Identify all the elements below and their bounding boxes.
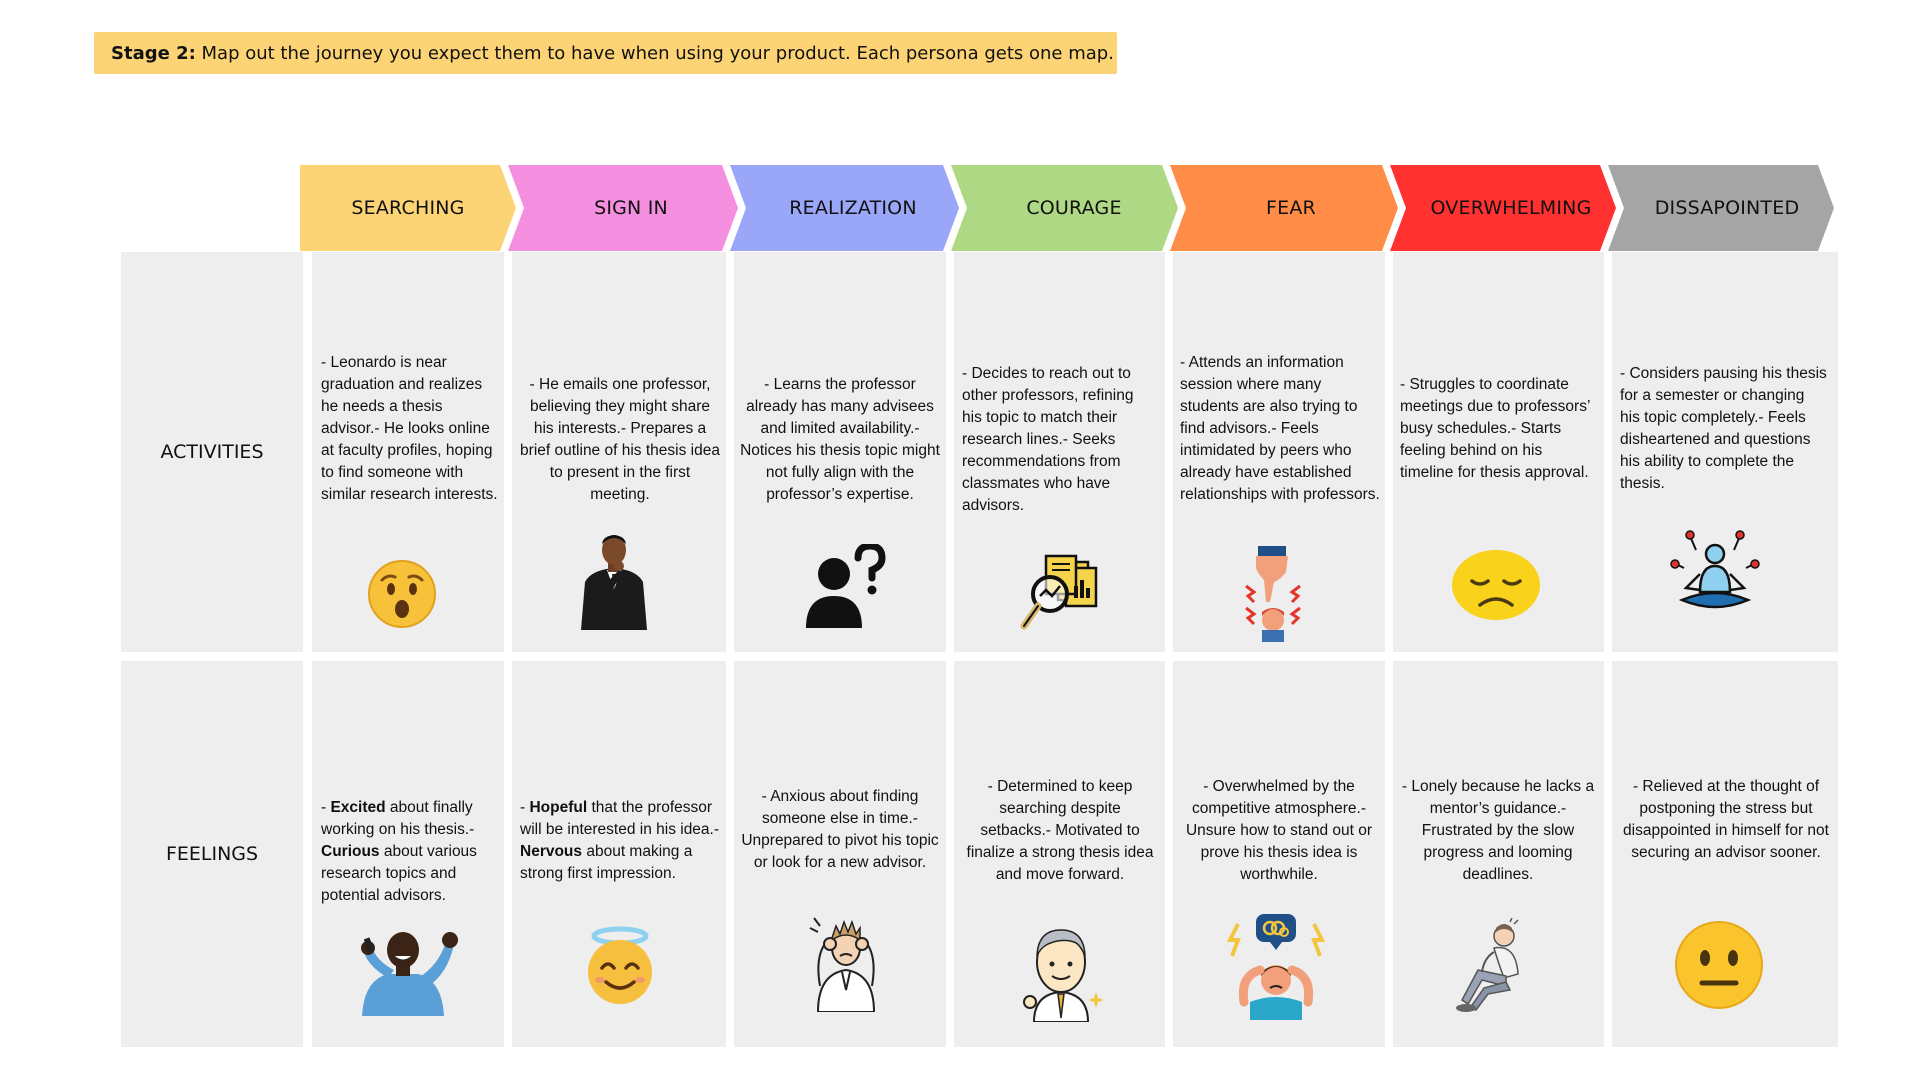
stressed-man-icon [806, 912, 886, 1012]
excited-man-phone-icon [342, 930, 464, 1016]
stage-label-dissapointed: DISSAPOINTED [1654, 197, 1800, 219]
sitting-sad-man-icon [1444, 918, 1540, 1014]
person-question-icon [804, 544, 886, 628]
activity-text-courage: - Decides to reach out to other professo… [962, 365, 1134, 514]
activity-text-sign-in: - He emails one professor, believing the… [520, 376, 720, 503]
neutral-face-icon [1674, 920, 1764, 1010]
halo-smiling-face-icon [582, 926, 658, 1006]
feeling-text-overwhelming: - Lonely because he lacks a mentor’s gui… [1398, 776, 1598, 886]
sad-face-icon [1450, 543, 1542, 621]
feeling-text-fear: - Overwhelmed by the competitive atmosph… [1180, 776, 1378, 886]
feeling-emphasis: Hopeful [529, 799, 588, 816]
banner-prefix: Stage 2: [111, 43, 196, 64]
pointing-intimidation-icon [1240, 546, 1306, 642]
banner-text: Map out the journey you expect them to h… [195, 43, 1114, 64]
feeling-text-searching: - Excited about finally working on his t… [321, 797, 501, 907]
activity-text-dissapointed: - Considers pausing his thesis for a sem… [1620, 365, 1827, 492]
row-label-feelings: FEELINGS [165, 843, 259, 865]
feeling-text-segment: - Anxious about finding someone else in … [741, 788, 939, 871]
overwhelmed-thoughts-icon [1226, 914, 1326, 1020]
feeling-text-realization: - Anxious about finding someone else in … [740, 786, 940, 874]
stage-label-searching: SEARCHING [351, 197, 465, 219]
activity-text-overwhelming: - Struggles to coordinate meetings due t… [1400, 376, 1590, 481]
feeling-text-segment: - Overwhelmed by the competitive atmosph… [1185, 778, 1373, 883]
feeling-emphasis: Excited [330, 799, 386, 816]
feeling-emphasis: Curious [321, 843, 380, 860]
meditation-person-icon [1670, 530, 1760, 620]
activity-text-fear: - Attends an information session where m… [1180, 354, 1380, 503]
activity-text-realization: - Learns the professor already has many … [740, 376, 940, 503]
instruction-banner: Stage 2: Map out the journey you expect … [94, 32, 1117, 74]
feeling-text-segment: - Determined to keep searching despite s… [966, 778, 1154, 883]
feeling-text-sign-in: - Hopeful that the professor will be int… [520, 797, 722, 885]
feeling-text-courage: - Determined to keep searching despite s… [962, 776, 1158, 886]
stage-label-overwhelming: OVERWHELMING [1430, 197, 1592, 219]
feeling-text-segment: - Relieved at the thought of postponing … [1623, 778, 1829, 861]
stage-label-fear: FEAR [1266, 197, 1316, 219]
stage-label-sign-in: SIGN IN [594, 197, 668, 219]
feeling-text-segment: - Lonely because he lacks a mentor’s gui… [1401, 778, 1595, 883]
magnifier-documents-icon [1018, 552, 1100, 634]
confident-man-icon [1018, 922, 1104, 1022]
thinking-man-suit-icon [577, 530, 651, 630]
surprised-face-icon [366, 558, 438, 630]
activity-text-searching: - Leonardo is near graduation and realiz… [321, 354, 498, 503]
row-label-activities: ACTIVITIES [160, 441, 264, 463]
stage-label-courage: COURAGE [1026, 197, 1122, 219]
feeling-emphasis: Nervous [520, 843, 583, 860]
stage-label-realization: REALIZATION [789, 197, 917, 219]
feeling-text-dissapointed: - Relieved at the thought of postponing … [1622, 776, 1830, 864]
